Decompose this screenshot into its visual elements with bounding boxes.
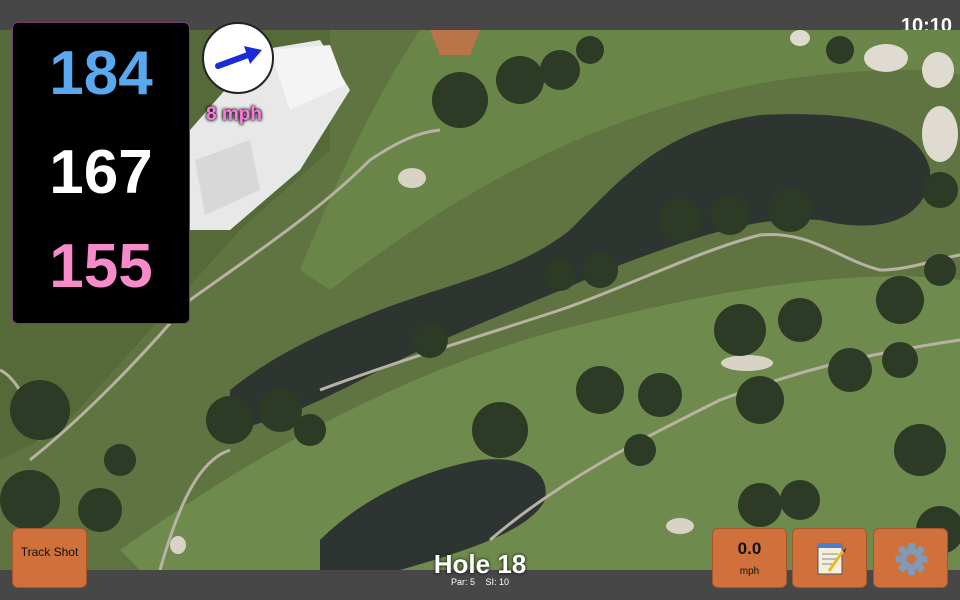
speed-button[interactable]: 0.0 mph	[712, 528, 787, 588]
distance-back: 184	[49, 39, 153, 108]
speed-unit: mph	[739, 566, 760, 577]
track-shot-button[interactable]: Track Shot	[12, 528, 87, 588]
hole-par: Par: 5	[450, 577, 475, 587]
notes-button[interactable]	[792, 528, 867, 588]
speed-value: 0.0	[737, 539, 762, 558]
settings-button[interactable]	[873, 528, 948, 588]
wind-arrow-icon	[215, 46, 262, 69]
hole-info: Par: 5 SI: 10	[380, 577, 580, 587]
gear-icon	[895, 543, 928, 575]
notepad-icon	[817, 543, 846, 575]
hole-title: Hole 18	[433, 549, 527, 579]
wind-speed: 8 mph	[206, 104, 262, 125]
distance-middle: 167	[49, 138, 153, 207]
hole-si: SI: 10	[485, 577, 510, 587]
distance-panel: 184 167 155	[12, 22, 190, 324]
distance-front: 155	[49, 232, 153, 301]
wind-indicator	[202, 22, 274, 94]
